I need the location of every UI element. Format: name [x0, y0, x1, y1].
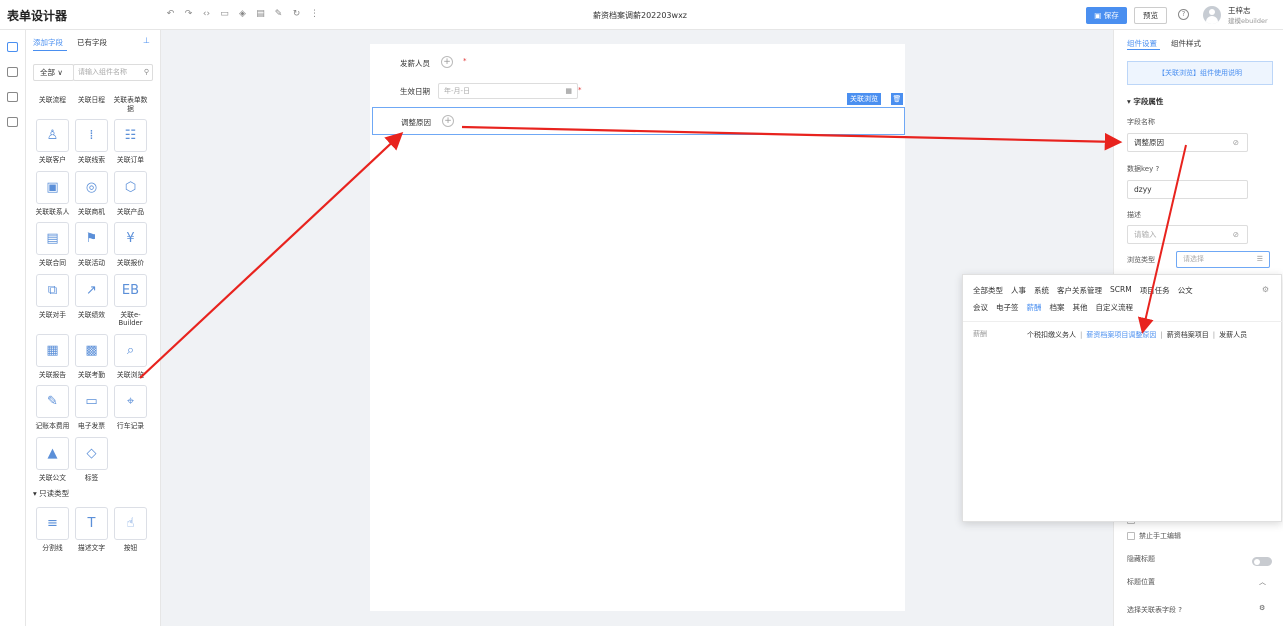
arrow-to-field-name [461, 125, 1123, 151]
arrow-to-popup-item [1137, 144, 1187, 334]
arrow-drag-to-canvas [139, 131, 404, 379]
annotation-arrows [139, 125, 1187, 379]
